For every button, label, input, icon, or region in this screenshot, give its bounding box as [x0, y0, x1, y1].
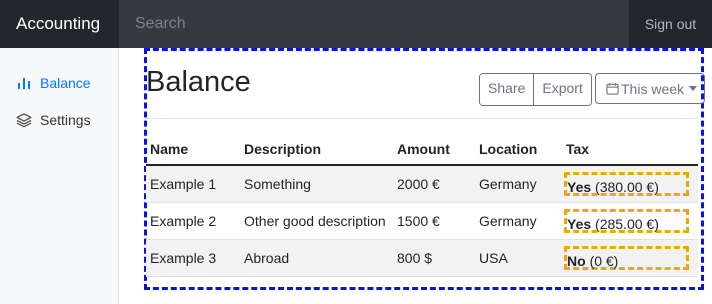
- cell-amount: 2000 €: [393, 165, 475, 203]
- header-divider: [146, 118, 698, 119]
- table-row[interactable]: Example 1 Something 2000 € Germany Yes (…: [146, 165, 698, 203]
- sidebar-item-balance[interactable]: Balance: [16, 72, 91, 94]
- cell-tax: Yes (285.00 €): [562, 202, 698, 240]
- column-header-tax[interactable]: Tax: [562, 134, 698, 166]
- cell-description: Abroad: [240, 239, 393, 277]
- tax-flag: Yes: [567, 216, 592, 232]
- cell-location: Germany: [475, 165, 562, 203]
- column-header-amount[interactable]: Amount: [393, 134, 475, 166]
- search-input[interactable]: [119, 0, 629, 48]
- cell-amount: 800 $: [393, 239, 475, 277]
- tax-highlight: Yes (380.00 €): [564, 172, 689, 196]
- share-button[interactable]: Share: [480, 74, 534, 105]
- sidebar: Balance Settings: [0, 48, 119, 304]
- tax-amount: (0 €): [589, 253, 619, 269]
- table-row[interactable]: Example 3 Abroad 800 $ USA No (0 €): [146, 239, 698, 277]
- layers-icon: [16, 113, 32, 128]
- sidebar-item-label: Balance: [40, 75, 91, 91]
- export-button[interactable]: Export: [533, 74, 591, 105]
- table-row[interactable]: Example 2 Other good description 1500 € …: [146, 202, 698, 240]
- tax-amount: (380.00 €): [595, 179, 659, 195]
- tax-highlight: Yes (285.00 €): [564, 209, 689, 233]
- tax-flag: No: [567, 253, 586, 269]
- column-header-location[interactable]: Location: [475, 134, 562, 166]
- page-title: Balance: [146, 66, 251, 98]
- cell-location: USA: [475, 239, 562, 277]
- cell-name: Example 2: [146, 202, 240, 240]
- cell-name: Example 1: [146, 165, 240, 203]
- sidebar-item-label: Settings: [40, 112, 91, 128]
- cell-amount: 1500 €: [393, 202, 475, 240]
- app-brand[interactable]: Accounting: [0, 0, 119, 48]
- cell-description: Other good description: [240, 202, 393, 240]
- column-header-description[interactable]: Description: [240, 134, 393, 166]
- cell-name: Example 3: [146, 239, 240, 277]
- period-label: This week: [621, 80, 685, 97]
- table-header-row: Name Description Amount Location Tax: [146, 134, 698, 166]
- cell-location: Germany: [475, 202, 562, 240]
- cell-description: Something: [240, 165, 393, 203]
- calendar-icon: [606, 82, 619, 95]
- balance-table: Name Description Amount Location Tax Exa…: [146, 134, 698, 277]
- caret-down-icon: [689, 86, 698, 91]
- cell-tax: No (0 €): [562, 239, 698, 277]
- period-dropdown[interactable]: This week: [595, 73, 705, 104]
- tax-amount: (285.00 €): [595, 216, 659, 232]
- cell-tax: Yes (380.00 €): [562, 165, 698, 203]
- sidebar-item-settings[interactable]: Settings: [16, 109, 91, 131]
- top-navbar: Accounting Sign out: [0, 0, 712, 48]
- sign-out-link[interactable]: Sign out: [629, 0, 712, 48]
- action-button-group: Share Export: [479, 73, 592, 106]
- column-header-name[interactable]: Name: [146, 134, 240, 166]
- bar-chart-icon: [18, 78, 30, 89]
- tax-flag: Yes: [567, 179, 592, 195]
- tax-highlight: No (0 €): [564, 246, 689, 270]
